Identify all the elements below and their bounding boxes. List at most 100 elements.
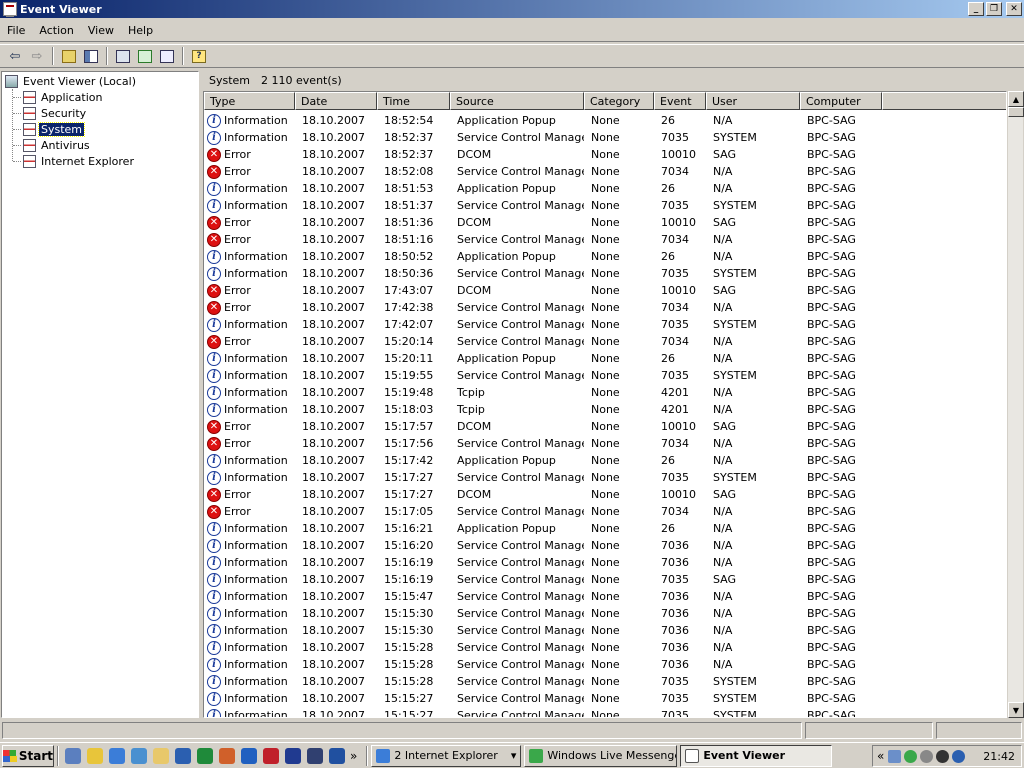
table-row[interactable]: ✕ Error 18.10.2007 15:17:05 Service Control … [204,503,1006,520]
minimize-button[interactable]: _ [968,2,984,16]
tree-item-antivirus[interactable]: Antivirus [23,137,92,153]
table-row[interactable]: i Information 18.10.2007 18:51:53 Applicatio… [204,180,1006,197]
scroll-thumb[interactable] [1008,107,1024,117]
explorer-icon[interactable] [87,747,103,764]
menu-action[interactable]: Action [32,24,80,37]
table-row[interactable]: i Information 18.10.2007 15:15:30 Service Co… [204,622,1006,639]
tree-item-application[interactable]: Application [23,89,104,105]
internet-explorer-icon[interactable] [109,747,125,764]
event-id: 7034 [661,301,689,314]
messenger-icon[interactable] [904,749,918,763]
table-row[interactable]: i Information 18.10.2007 18:50:36 Service Co… [204,265,1006,282]
show-desktop-icon[interactable] [65,747,81,764]
show-hide-tree-icon[interactable] [80,46,102,66]
up-folder-icon[interactable] [58,46,80,66]
error-icon: ✕ [207,334,221,349]
tray-chevron[interactable]: « [877,749,884,763]
tree-item-internet-explorer[interactable]: Internet Explorer [23,153,136,169]
acrobat-icon[interactable] [263,747,279,764]
folder-icon[interactable] [153,747,169,764]
table-row[interactable]: i Information 18.10.2007 17:42:07 Service Co… [204,316,1006,333]
event-list[interactable]: Type Date Time Source Category Event Use… [203,91,1007,718]
table-row[interactable]: i Information 18.10.2007 15:16:21 Applicatio… [204,520,1006,537]
table-row[interactable]: i Information 18.10.2007 18:51:37 Service Co… [204,197,1006,214]
table-row[interactable]: ✕ Error 18.10.2007 15:17:27 DCOM None 10010 SAG… [204,486,1006,503]
column-header-time[interactable]: Time [377,92,450,110]
table-row[interactable]: i Information 18.10.2007 15:15:28 Service Co… [204,673,1006,690]
table-row[interactable]: i Information 18.10.2007 15:15:30 Service Co… [204,605,1006,622]
table-row[interactable]: i Information 18.10.2007 15:17:27 Service Co… [204,469,1006,486]
tree-item-system[interactable]: System [23,121,86,137]
column-header-type[interactable]: Type [204,92,295,110]
scroll-down-button[interactable]: ▼ [1008,702,1024,718]
table-row[interactable]: i Information 18.10.2007 15:16:20 Service Co… [204,537,1006,554]
clock[interactable]: 21:42 [983,750,1015,763]
app-icon[interactable] [329,747,345,764]
column-header-category[interactable]: Category [584,92,654,110]
table-row[interactable]: i Information 18.10.2007 18:52:37 Service Co… [204,129,1006,146]
messenger-icon[interactable] [241,747,257,764]
table-row[interactable]: ✕ Error 18.10.2007 18:52:37 DCOM None 10010 SAG… [204,146,1006,163]
table-row[interactable]: ✕ Error 18.10.2007 17:43:07 DCOM None 10010 SAG… [204,282,1006,299]
table-row[interactable]: i Information 18.10.2007 15:19:48 Tcpip None 4… [204,384,1006,401]
menu-help[interactable]: Help [121,24,160,37]
info-icon[interactable] [952,749,966,763]
table-row[interactable]: i Information 18.10.2007 15:15:27 Service Co… [204,690,1006,707]
column-header-event[interactable]: Event [654,92,706,110]
table-row[interactable]: ✕ Error 18.10.2007 18:52:08 Service Control … [204,163,1006,180]
task-label: Event Viewer [703,749,786,762]
refresh-icon[interactable] [134,46,156,66]
table-row[interactable]: i Information 18.10.2007 15:15:27 Service Co… [204,707,1006,717]
table-row[interactable]: i Information 18.10.2007 15:16:19 Service Co… [204,554,1006,571]
quick-launch-chevron[interactable]: » [350,749,357,763]
back-icon[interactable]: ⇦ [4,46,26,66]
close-button[interactable]: ✕ [1006,2,1022,16]
restore-button[interactable]: ❐ [986,2,1002,16]
table-row[interactable]: i Information 18.10.2007 18:52:54 Applicatio… [204,112,1006,129]
table-row[interactable]: i Information 18.10.2007 15:15:47 Service Co… [204,588,1006,605]
excel-icon[interactable] [197,747,213,764]
tree-root-event-viewer[interactable]: Event Viewer (Local) [5,73,138,89]
table-row[interactable]: ✕ Error 18.10.2007 17:42:38 Service Control … [204,299,1006,316]
table-row[interactable]: ✕ Error 18.10.2007 18:51:16 Service Control … [204,231,1006,248]
properties-icon[interactable] [112,46,134,66]
event-viewer-icon[interactable] [3,2,17,17]
table-row[interactable]: i Information 18.10.2007 15:18:03 Tcpip None 4… [204,401,1006,418]
task-internet-explorer[interactable]: 2 Internet Explorer ▾ [371,744,522,767]
column-header-user[interactable]: User [706,92,800,110]
word-icon[interactable] [175,747,191,764]
menu-file[interactable]: File [0,24,32,37]
export-list-icon[interactable] [156,46,178,66]
forward-icon[interactable]: ⇨ [26,46,48,66]
table-row[interactable]: i Information 18.10.2007 15:16:19 Service Co… [204,571,1006,588]
table-row[interactable]: ✕ Error 18.10.2007 15:20:14 Service Control … [204,333,1006,350]
vertical-scrollbar[interactable]: ▲ ▼ [1007,91,1024,718]
table-row[interactable]: ✕ Error 18.10.2007 15:17:56 Service Control … [204,435,1006,452]
table-row[interactable]: i Information 18.10.2007 15:15:28 Service Co… [204,639,1006,656]
outlook-icon[interactable] [131,747,147,764]
task-windows-live-messenger[interactable]: Windows Live Messenger [524,744,678,767]
tree-item-security[interactable]: Security [23,105,88,121]
table-row[interactable]: i Information 18.10.2007 15:15:28 Service Co… [204,656,1006,673]
table-row[interactable]: i Information 18.10.2007 15:17:42 Applicatio… [204,452,1006,469]
task-event-viewer[interactable]: Event Viewer [680,744,833,767]
powerpoint-icon[interactable] [219,747,235,764]
table-row[interactable]: i Information 18.10.2007 15:20:11 Applicatio… [204,350,1006,367]
column-header-computer[interactable]: Computer [800,92,882,110]
app-icon[interactable] [285,747,301,764]
table-row[interactable]: ✕ Error 18.10.2007 18:51:36 DCOM None 10010 SAG… [204,214,1006,231]
network-icon[interactable] [888,749,902,763]
help-icon[interactable]: ? [188,46,210,66]
table-row[interactable]: i Information 18.10.2007 18:50:52 Applicatio… [204,248,1006,265]
app-icon[interactable] [936,749,950,763]
column-header-source[interactable]: Source [450,92,584,110]
scroll-up-button[interactable]: ▲ [1008,91,1024,107]
start-button[interactable]: Start [2,744,54,767]
table-row[interactable]: ✕ Error 18.10.2007 15:17:57 DCOM None 10010 SAG… [204,418,1006,435]
app-icon[interactable] [307,747,323,764]
table-row[interactable]: i Information 18.10.2007 15:19:55 Service Co… [204,367,1006,384]
event-computer: BPC-SAG [807,148,856,161]
column-header-date[interactable]: Date [295,92,377,110]
menu-view[interactable]: View [81,24,121,37]
antivirus-icon[interactable] [920,749,934,763]
